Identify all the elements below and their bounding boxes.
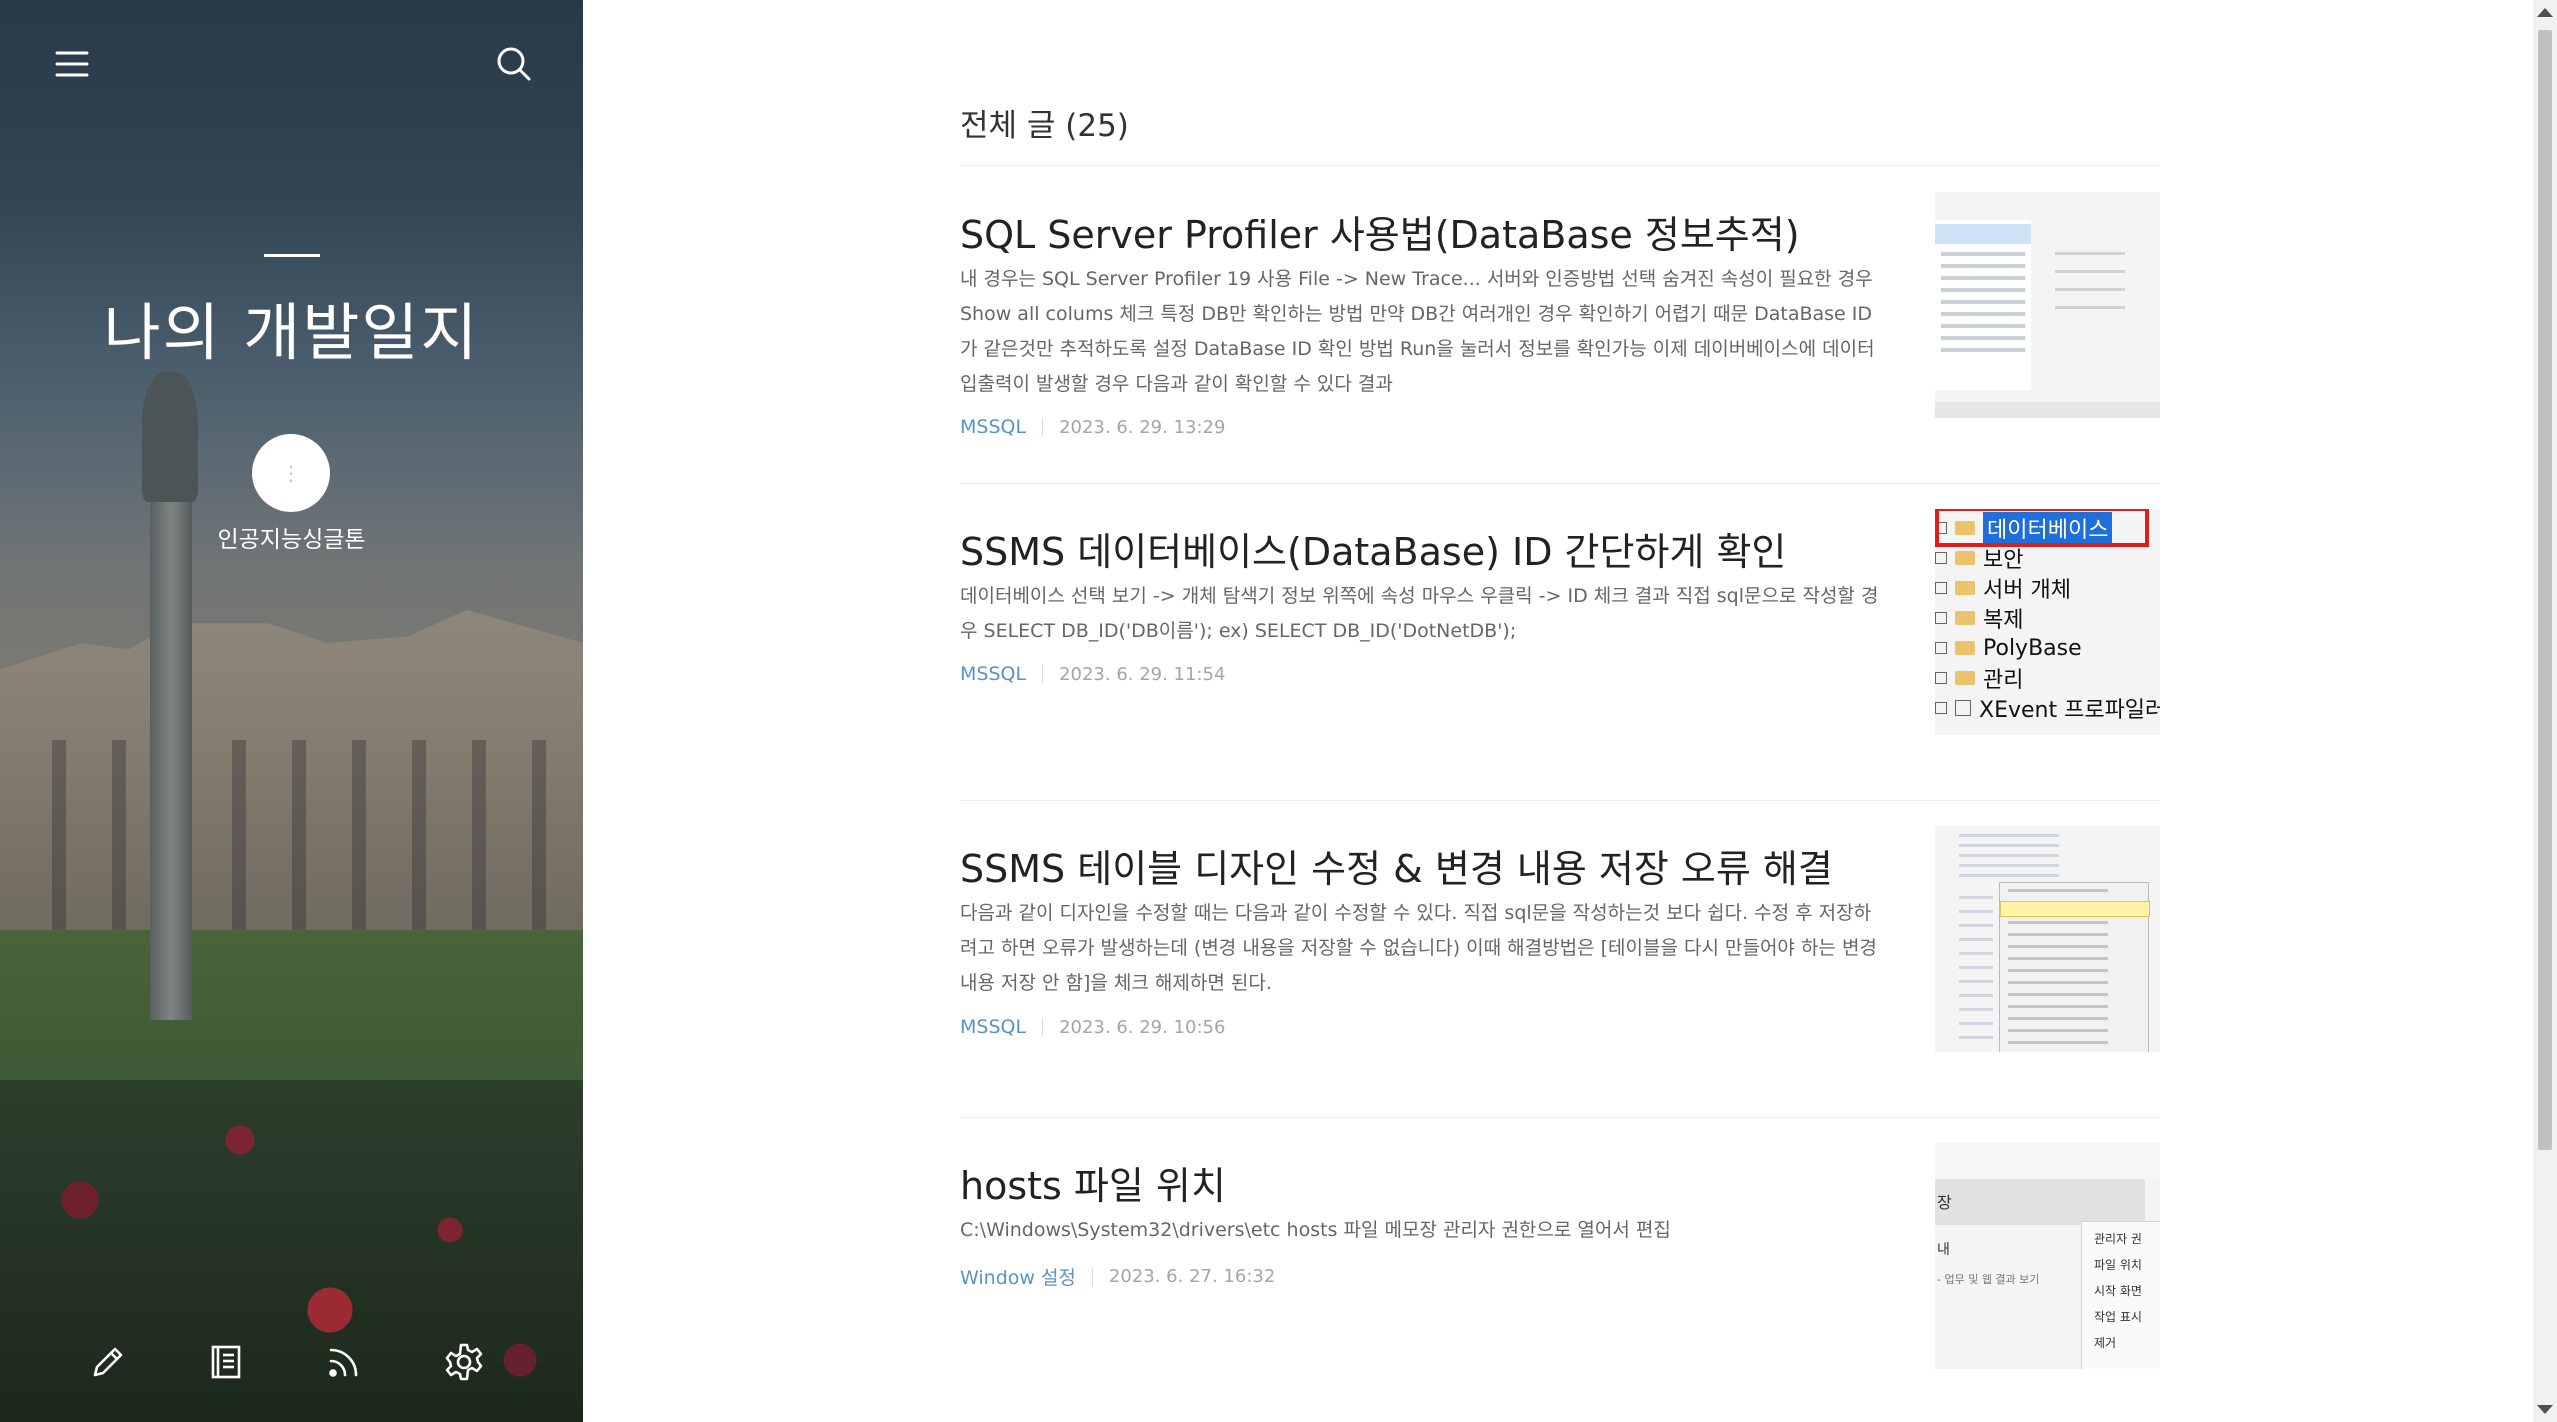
scroll-thumb[interactable] [2538, 30, 2552, 1150]
meta-separator [1042, 665, 1044, 683]
post-divider [960, 800, 2160, 801]
post-excerpt: C:\Windows\System32\drivers\etc hosts 파일… [960, 1219, 1671, 1241]
post-title[interactable]: hosts 파일 위치 [960, 1155, 1226, 1210]
thumb-line [2055, 270, 2125, 273]
post-date: 2023. 6. 29. 10:56 [1059, 1016, 1226, 1038]
post-title[interactable]: SQL Server Profiler 사용법(DataBase 정보추적) [960, 204, 1800, 259]
post-divider [960, 483, 2160, 484]
thumb-label: 관리자 권 [2094, 1232, 2142, 1246]
post-meta: MSSQL 2023. 6. 29. 10:56 [960, 1016, 1225, 1038]
nickname: 인공지능싱글톤 [217, 527, 366, 553]
thumb-pane [1935, 220, 2031, 390]
search-icon[interactable] [486, 36, 542, 92]
thumb-label: 파일 위치 [2094, 1258, 2142, 1272]
post-date: 2023. 6. 29. 13:29 [1059, 416, 1226, 438]
scrollbar[interactable] [2533, 0, 2557, 1422]
avatar[interactable]: ⋮ [252, 434, 330, 512]
thumb-tree-row: 서버 개체 [1935, 573, 2071, 603]
scroll-down-icon[interactable] [2537, 1405, 2553, 1414]
thumb-line [2055, 252, 2125, 255]
gear-icon[interactable] [436, 1334, 492, 1390]
thumb-tree-row: 관리 [1935, 663, 2023, 693]
thumb-context-menu: 관리자 권 파일 위치 시작 화면 작업 표시 제거 [2081, 1221, 2160, 1369]
menu-icon[interactable] [44, 36, 100, 92]
sidebar: 나의 개발일지 ⋮ 인공지능싱글톤 [0, 0, 583, 1422]
thumb-line [2055, 288, 2125, 291]
thumb-label: 제거 [2094, 1336, 2117, 1350]
thumb-label: - 업무 및 웹 결과 보기 [1937, 1273, 2040, 1286]
book-icon[interactable] [198, 1334, 254, 1390]
thumb-label: 시작 화면 [2094, 1284, 2142, 1298]
post-thumbnail[interactable] [1935, 192, 2160, 418]
post-category[interactable]: MSSQL [960, 663, 1026, 685]
post-excerpt: 데이터베이스 선택 보기 -> 개체 탐색기 정보 위쪽에 속성 마우스 우클릭… [960, 585, 1879, 642]
post-divider [960, 1117, 2160, 1118]
thumb-tree-row: PolyBase [1935, 633, 2082, 663]
thumb-band [1935, 1143, 2160, 1179]
post-thumbnail[interactable] [1935, 826, 2160, 1052]
post-category[interactable]: Window 설정 [960, 1263, 1076, 1290]
post-thumbnail[interactable]: 데이터베이스 보안 서버 개체 복제 PolyBase 관리 XEvent 프로… [1935, 509, 2160, 735]
page-title: 전체 글 (25) [960, 108, 1129, 144]
thumb-line [2055, 306, 2125, 309]
post-meta: MSSQL 2023. 6. 29. 11:54 [960, 663, 1225, 685]
thumb-context-menu [1999, 882, 2150, 1052]
avatar-glyph: ⋮ [281, 461, 301, 485]
thumb-redbox [1935, 509, 2149, 547]
thumb-label: 장 [1937, 1193, 1952, 1212]
thumb-tree-row: XEvent 프로파일러 [1935, 693, 2160, 723]
post-category[interactable]: MSSQL [960, 416, 1026, 438]
thumb-grey [1935, 1179, 2145, 1225]
thumb-taskbar [1935, 402, 2160, 418]
meta-separator [1091, 1267, 1093, 1286]
post-category[interactable]: MSSQL [960, 1016, 1026, 1038]
header-divider [960, 165, 2160, 166]
post-excerpt: 다음과 같이 디자인을 수정할 때는 다음과 같이 수정할 수 있다. 직접 s… [960, 902, 1877, 994]
scroll-up-icon[interactable] [2537, 8, 2553, 17]
post-title[interactable]: SSMS 데이터베이스(DataBase) ID 간단하게 확인 [960, 521, 1786, 576]
post-excerpt: 내 경우는 SQL Server Profiler 19 사용 File -> … [960, 268, 1875, 395]
post-meta: MSSQL 2023. 6. 29. 13:29 [960, 416, 1225, 438]
post-thumbnail[interactable]: 장 내 - 업무 및 웹 결과 보기 관리자 권 파일 위치 시작 화면 작업 … [1935, 1143, 2160, 1369]
rss-icon[interactable] [316, 1334, 372, 1390]
thumb-highlight [1935, 224, 2031, 244]
meta-separator [1042, 1018, 1044, 1036]
thumb-label: 작업 표시 [2094, 1310, 2142, 1324]
blog-title[interactable]: 나의 개발일지 [0, 282, 583, 372]
thumb-tree-row: 복제 [1935, 603, 2023, 633]
post-date: 2023. 6. 27. 16:32 [1108, 1266, 1276, 1287]
post-meta: Window 설정 2023. 6. 27. 16:32 [960, 1263, 1275, 1290]
pencil-icon[interactable] [80, 1334, 136, 1390]
title-divider [264, 254, 320, 257]
background-shade [0, 0, 583, 1422]
thumb-tree-row: 보안 [1935, 543, 2023, 573]
post-date: 2023. 6. 29. 11:54 [1059, 663, 1226, 685]
post-title[interactable]: SSMS 테이블 디자인 수정 & 변경 내용 저장 오류 해결 [960, 838, 1833, 893]
meta-separator [1042, 418, 1044, 436]
thumb-label: 내 [1937, 1242, 1950, 1258]
